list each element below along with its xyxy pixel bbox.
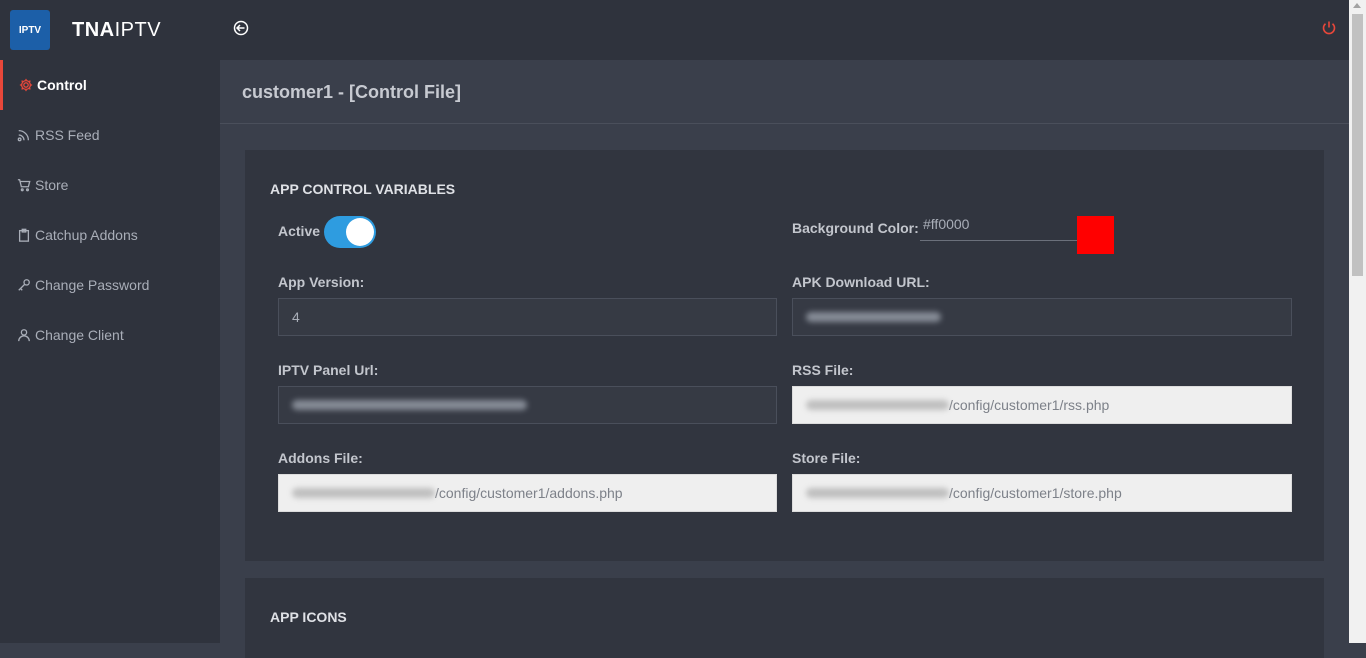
background-color-label: Background Color: [792, 220, 919, 236]
app-version-label: App Version: [278, 274, 365, 290]
rss-file-label: RSS File: [792, 362, 854, 378]
page-header: customer1 - [Control File] [220, 60, 1349, 124]
user-icon [16, 327, 32, 343]
card-title: APP CONTROL VARIABLES [270, 181, 456, 197]
cart-icon [16, 177, 32, 193]
app-version-value: 4 [292, 309, 300, 325]
power-icon[interactable] [1321, 20, 1337, 36]
sidebar-item-label: Catchup Addons [35, 227, 138, 243]
sidebar: IPTV TNAIPTV Control RSS Feed Store Catc… [0, 0, 220, 643]
scrollbar-thumb[interactable] [1352, 14, 1363, 276]
sidebar-item-label: Control [37, 77, 87, 93]
card-title: APP ICONS [270, 609, 347, 625]
app-icons-card: APP ICONS [245, 578, 1324, 658]
gear-icon [18, 77, 34, 93]
clipboard-icon [16, 227, 32, 243]
app-version-input[interactable]: 4 [278, 298, 777, 336]
store-file-input[interactable]: /config/customer1/store.php [792, 474, 1292, 512]
back-arrow-icon[interactable] [233, 20, 249, 36]
sidebar-item-label: Change Client [35, 327, 124, 343]
redacted-text [806, 400, 949, 410]
scrollbar[interactable] [1349, 0, 1366, 643]
rss-icon [16, 127, 32, 143]
topbar [220, 0, 1349, 60]
key-icon [16, 277, 32, 293]
sidebar-item-control[interactable]: Control [0, 60, 220, 110]
toggle-knob [346, 218, 374, 246]
background-color-input[interactable]: #ff0000 [920, 216, 1080, 241]
brand-name: TNAIPTV [72, 18, 162, 41]
store-file-label: Store File: [792, 450, 861, 466]
active-toggle[interactable] [324, 216, 376, 248]
sidebar-item-change-password[interactable]: Change Password [0, 260, 220, 310]
apk-download-url-input[interactable] [792, 298, 1292, 336]
sidebar-item-label: RSS Feed [35, 127, 100, 143]
store-file-value: /config/customer1/store.php [949, 485, 1122, 501]
sidebar-item-store[interactable]: Store [0, 160, 220, 210]
sidebar-item-label: Change Password [35, 277, 150, 293]
addons-file-label: Addons File: [278, 450, 363, 466]
redacted-text [292, 400, 527, 410]
sidebar-item-change-client[interactable]: Change Client [0, 310, 220, 360]
rss-file-value: /config/customer1/rss.php [949, 397, 1110, 413]
logo: IPTV [10, 10, 50, 50]
sidebar-item-catchup-addons[interactable]: Catchup Addons [0, 210, 220, 260]
background-color-swatch[interactable] [1077, 216, 1114, 254]
redacted-text [292, 488, 435, 498]
redacted-text [806, 488, 949, 498]
sidebar-item-rss-feed[interactable]: RSS Feed [0, 110, 220, 160]
active-label: Active [278, 223, 321, 239]
iptv-panel-url-label: IPTV Panel Url: [278, 362, 379, 378]
sidebar-item-label: Store [35, 177, 69, 193]
apk-download-url-label: APK Download URL: [792, 274, 930, 290]
rss-file-input[interactable]: /config/customer1/rss.php [792, 386, 1292, 424]
addons-file-input[interactable]: /config/customer1/addons.php [278, 474, 777, 512]
page-title: customer1 - [Control File] [242, 82, 462, 102]
addons-file-value: /config/customer1/addons.php [435, 485, 623, 501]
redacted-text [806, 312, 941, 322]
iptv-panel-url-input[interactable] [278, 386, 777, 424]
brand[interactable]: IPTV TNAIPTV [0, 0, 220, 60]
scroll-up-arrow-icon[interactable] [1353, 3, 1361, 8]
